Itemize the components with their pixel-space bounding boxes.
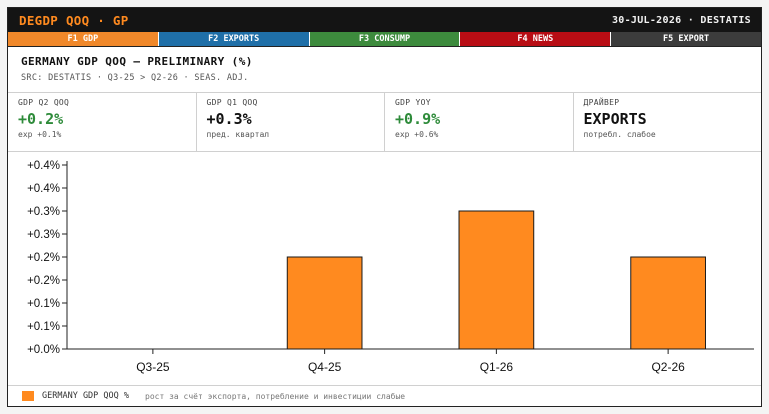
x-tick-label: Q3-25 <box>136 360 170 374</box>
y-tick-label: +0.1% <box>27 321 60 333</box>
tab-exports[interactable]: F2 EXPORTS <box>158 32 310 46</box>
legend-swatch <box>22 391 34 401</box>
function-tabs: F1 GDP F2 EXPORTS F3 CONSUMP F4 NEWS F5 … <box>8 32 761 47</box>
panel-subtitle: SRC: DESTATIS · Q3-25 > Q2-26 · SEAS. AD… <box>21 73 249 83</box>
y-tick-label: +0.2% <box>27 275 60 287</box>
y-tick-label: +0.0% <box>27 344 60 356</box>
y-tick-label: +0.4% <box>27 160 60 172</box>
bar <box>286 256 363 350</box>
bar <box>458 210 535 350</box>
terminal-window: DEGDP QOQ · GP 30-JUL-2026 · DESTATIS F1… <box>7 7 762 407</box>
tab-news[interactable]: F4 NEWS <box>460 32 612 46</box>
tab-gdp[interactable]: F1 GDP <box>8 32 159 46</box>
top-bar: DEGDP QOQ · GP 30-JUL-2026 · DESTATIS <box>8 8 761 32</box>
y-tick-label: +0.4% <box>27 183 60 195</box>
kpi-gdp-yoy: GDP YOY +0.9% exp +0.6% <box>385 93 574 151</box>
kpi-value: +0.3% <box>206 110 252 128</box>
kpi-value: +0.9% <box>395 110 441 128</box>
x-tick-label: Q4-25 <box>308 360 342 374</box>
kpi-label: GDP YOY <box>395 98 431 107</box>
kpi-value: +0.2% <box>18 110 64 128</box>
panel-title: GERMANY GDP QOQ — PRELIMINARY (%) <box>21 55 253 68</box>
tab-export[interactable]: F5 EXPORT <box>611 32 761 46</box>
kpi-note: пред. квартал <box>206 130 270 139</box>
date-source: 30-JUL-2026 · DESTATIS <box>611 14 751 26</box>
ticker-title: DEGDP QOQ · GP <box>19 12 129 28</box>
kpi-row: GDP Q2 QOQ +0.2% exp +0.1% GDP Q1 QOQ +0… <box>8 93 761 152</box>
kpi-driver: ДРАЙВЕР EXPORTS потребл. слабое <box>574 93 762 151</box>
panel-header: GERMANY GDP QOQ — PRELIMINARY (%) SRC: D… <box>8 47 761 93</box>
kpi-note: exp +0.1% <box>18 130 62 139</box>
legend-note: рост за счёт экспорта, потребление и инв… <box>145 391 406 401</box>
bar <box>630 256 706 350</box>
x-tick-label: Q2-26 <box>651 360 685 374</box>
y-tick-label: +0.3% <box>27 206 60 218</box>
kpi-label: GDP Q1 QOQ <box>206 98 258 107</box>
tab-consumption[interactable]: F3 CONSUMP <box>309 32 461 46</box>
kpi-label: ДРАЙВЕР <box>583 98 620 107</box>
kpi-note: exp +0.6% <box>395 130 439 139</box>
y-tick-label: +0.3% <box>27 229 60 241</box>
y-tick-label: +0.2% <box>27 252 60 264</box>
legend-series-name: GERMANY GDP QOQ % <box>42 391 129 401</box>
chart-legend: GERMANY GDP QOQ % рост за счёт экспорта,… <box>8 385 761 406</box>
kpi-value: EXPORTS <box>583 110 647 128</box>
kpi-label: GDP Q2 QOQ <box>18 98 70 107</box>
y-tick-label: +0.1% <box>27 298 60 310</box>
bar-chart: +0.0% +0.1% +0.1% +0.2% +0.2% +0.3% +0.3% +0.4%… <box>27 160 754 374</box>
kpi-gdp-q1: GDP Q1 QOQ +0.3% пред. квартал <box>197 93 385 151</box>
chart-area: +0.0% +0.1% +0.1% +0.2% +0.2% +0.3% +0.3% +0.4%… <box>8 151 761 382</box>
kpi-note: потребл. слабое <box>583 130 656 139</box>
x-tick-label: Q1-26 <box>480 360 514 374</box>
kpi-gdp-q2: GDP Q2 QOQ +0.2% exp +0.1% <box>8 93 197 151</box>
